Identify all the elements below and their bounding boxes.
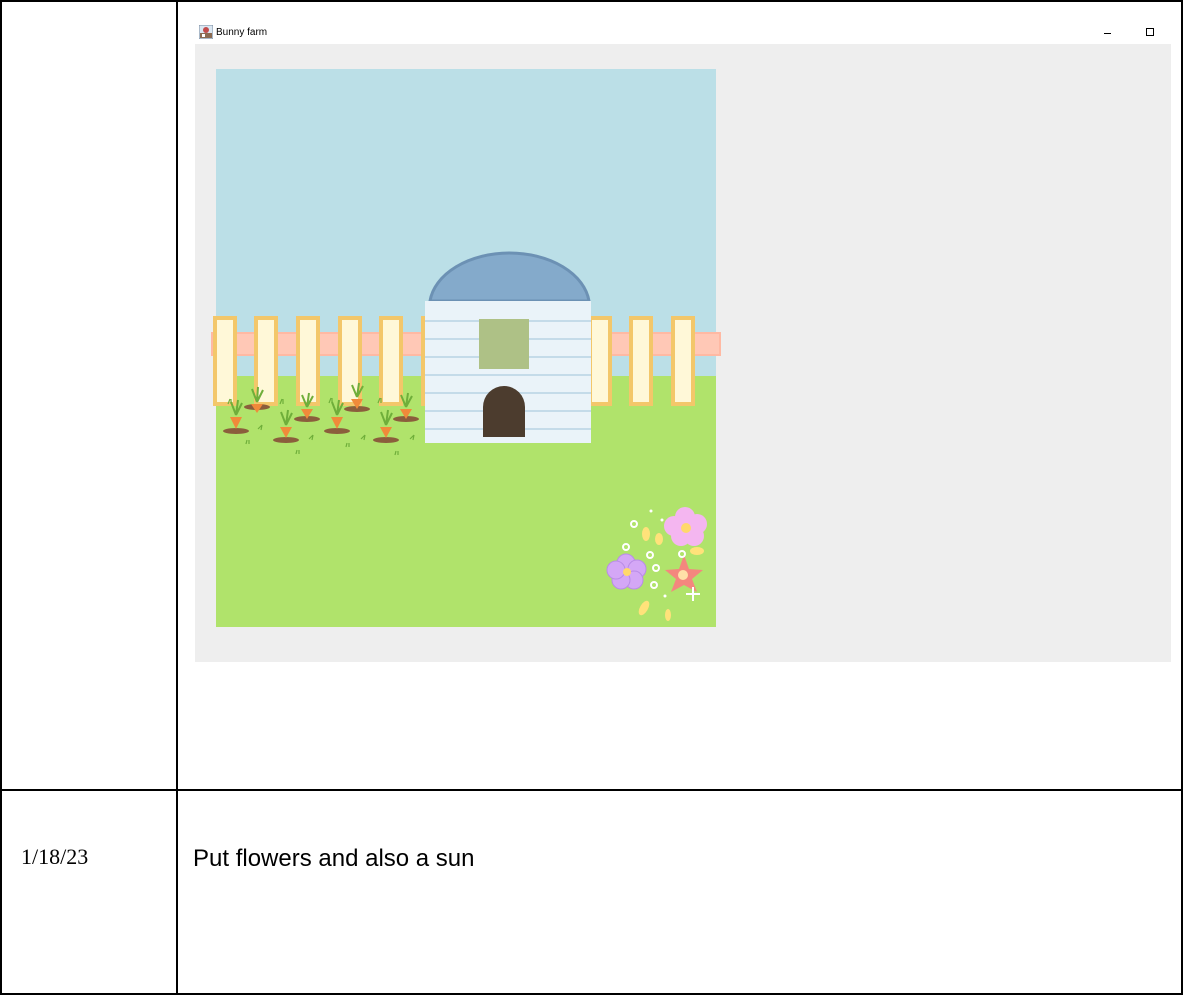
table-row-divider (0, 789, 1183, 791)
fence-post (254, 316, 278, 406)
app-icon (199, 25, 213, 39)
window-titlebar[interactable]: Bunny farm (195, 22, 1171, 44)
maximize-button[interactable] (1135, 22, 1165, 44)
maximize-icon (1146, 28, 1154, 36)
fence-post (213, 316, 237, 406)
fence-post (296, 316, 320, 406)
hutch-door (483, 386, 525, 437)
farm-canvas (211, 69, 721, 627)
fence-post (588, 316, 612, 406)
fence-post (671, 316, 695, 406)
fence-post (379, 316, 403, 406)
fence-post (629, 316, 653, 406)
minimize-icon (1104, 33, 1111, 34)
table-column-divider (176, 0, 178, 995)
hutch (425, 251, 591, 443)
log-date: 1/18/23 (21, 844, 89, 869)
hutch-window (479, 319, 529, 369)
table-border-left (0, 0, 2, 995)
minimize-button[interactable] (1093, 22, 1123, 44)
log-note: Put flowers and also a sun (193, 845, 475, 872)
window-title: Bunny farm (216, 27, 268, 38)
